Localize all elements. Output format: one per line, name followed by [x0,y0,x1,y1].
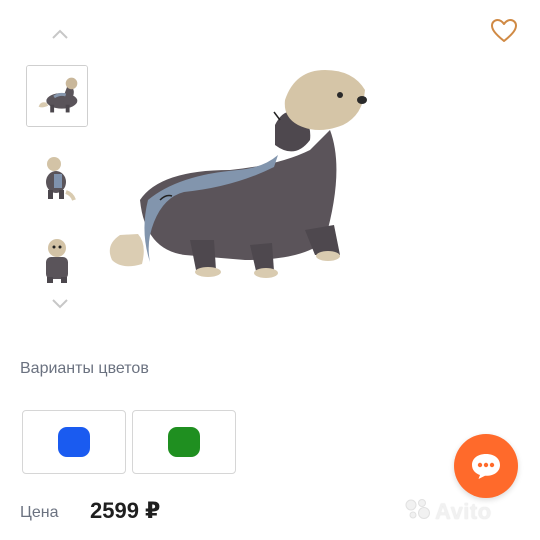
price-value: 2599 ₽ [90,498,161,523]
main-product-photo[interactable] [100,40,400,300]
avito-logo-text: Avito [435,498,492,524]
color-swatch-blue [58,427,90,457]
avito-watermark: Avito [405,498,492,525]
chat-bubble-icon [472,454,500,479]
chevron-down-icon[interactable] [50,296,70,312]
color-option-green[interactable] [132,410,236,474]
thumbnail-strip [20,20,100,320]
avito-logo-icon [405,498,431,525]
chevron-up-icon[interactable] [50,26,70,42]
variants-title: Варианты цветов [20,360,149,377]
product-gallery [0,0,540,330]
heart-icon[interactable] [490,18,518,44]
price-label: Цена [20,504,59,521]
color-option-blue[interactable] [22,410,126,474]
color-swatch-green [168,427,200,457]
chat-button[interactable] [454,434,518,498]
thumbnail-3[interactable] [26,232,88,294]
thumbnail-2[interactable] [26,148,88,210]
thumbnail-1[interactable] [26,65,88,127]
